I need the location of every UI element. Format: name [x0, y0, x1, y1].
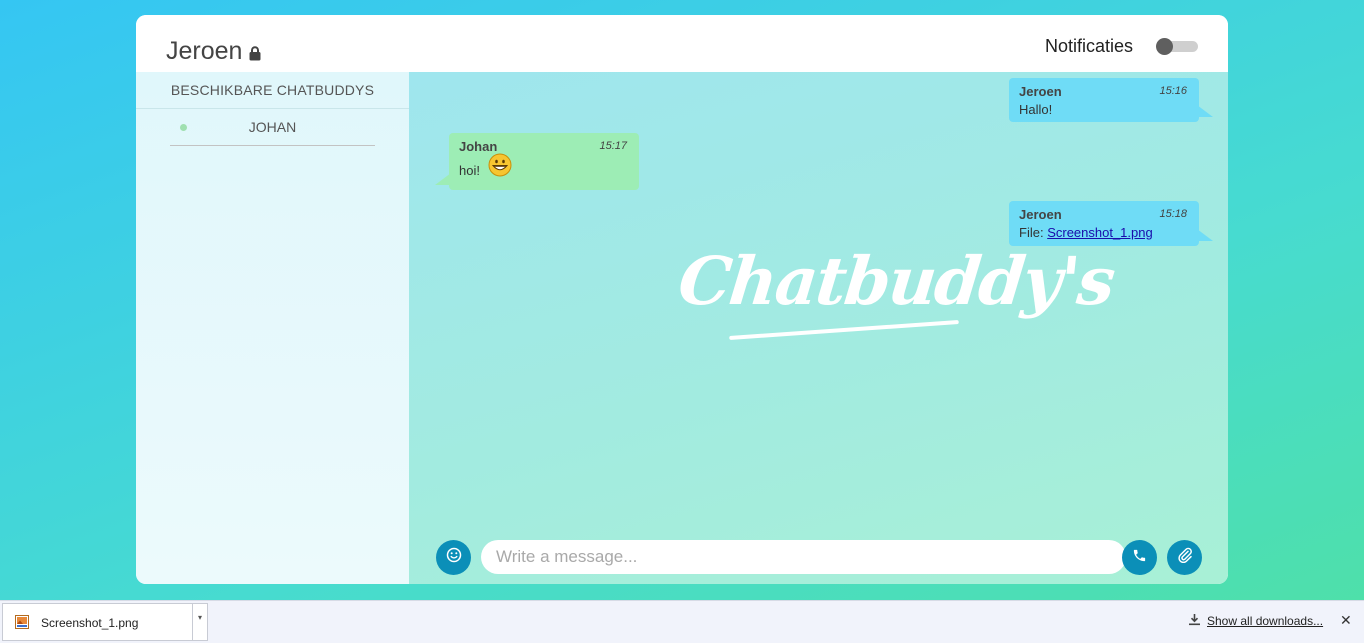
message-bubble: Johan 15:17 hoi! — [435, 133, 639, 190]
app-header: Jeroen Notificaties — [136, 15, 1228, 72]
chat-app-window: Jeroen Notificaties BESCHIKBARE CHATBUDD… — [136, 15, 1228, 584]
notifications-label: Notificaties — [1045, 36, 1134, 56]
message-content: hoi! — [459, 153, 512, 180]
message-time: 15:16 — [1159, 85, 1187, 97]
message-text: hoi! — [459, 163, 480, 178]
grinning-face-icon — [488, 153, 512, 180]
downloads-bar: Screenshot_1.png ▾ Show all downloads...… — [0, 600, 1364, 643]
message-input[interactable] — [481, 540, 1126, 574]
bubble-tail — [1197, 105, 1213, 117]
message-sender: Jeroen — [1019, 84, 1062, 99]
toggle-knob — [1156, 38, 1173, 55]
buddy-name: JOHAN — [248, 119, 297, 135]
download-options-chevron-icon[interactable]: ▾ — [192, 603, 208, 641]
show-all-label: Show all downloads... — [1207, 614, 1324, 628]
message-text: Hallo! — [1019, 102, 1053, 117]
chatbuddys-logo: Chatbuddy's — [674, 242, 1118, 320]
message-file: File: Screenshot_1.png — [1019, 225, 1153, 240]
chat-panel: Jeroen 15:16 Hallo! Johan 15:17 hoi! Jer… — [409, 72, 1228, 584]
message-time: 15:17 — [599, 140, 627, 152]
file-prefix: File: — [1019, 225, 1044, 240]
smiley-icon — [446, 547, 462, 568]
image-file-icon — [15, 615, 29, 634]
current-user-name: Jeroen — [166, 37, 243, 65]
buddy-item-johan[interactable]: JOHAN — [170, 109, 375, 146]
close-icon[interactable]: ✕ — [1340, 612, 1352, 629]
sidebar-title: BESCHIKBARE CHATBUDDYS — [136, 72, 409, 109]
download-icon — [1188, 613, 1201, 629]
bubble-tail — [435, 173, 451, 185]
message-sender: Jeroen — [1019, 207, 1062, 222]
message-time: 15:18 — [1159, 208, 1187, 220]
notifications-toggle[interactable] — [1156, 38, 1198, 55]
bubble-tail — [1197, 229, 1213, 241]
download-item[interactable]: Screenshot_1.png — [2, 603, 193, 641]
attach-button[interactable] — [1167, 540, 1202, 575]
call-button[interactable] — [1122, 540, 1157, 575]
emoji-button[interactable] — [436, 540, 471, 575]
message-bubble: Jeroen 15:18 File: Screenshot_1.png — [1009, 201, 1213, 246]
show-all-downloads-link[interactable]: Show all downloads... — [1188, 613, 1323, 629]
file-link[interactable]: Screenshot_1.png — [1047, 225, 1153, 240]
download-file-name: Screenshot_1.png — [41, 616, 139, 630]
logo-underline — [729, 319, 959, 341]
message-sender: Johan — [459, 139, 498, 154]
message-bubble: Jeroen 15:16 Hallo! — [1009, 78, 1213, 122]
phone-icon — [1132, 548, 1147, 568]
paperclip-icon — [1177, 547, 1193, 568]
lock-icon — [249, 39, 261, 68]
current-user: Jeroen — [166, 35, 261, 68]
buddy-sidebar: BESCHIKBARE CHATBUDDYS JOHAN — [136, 72, 409, 584]
